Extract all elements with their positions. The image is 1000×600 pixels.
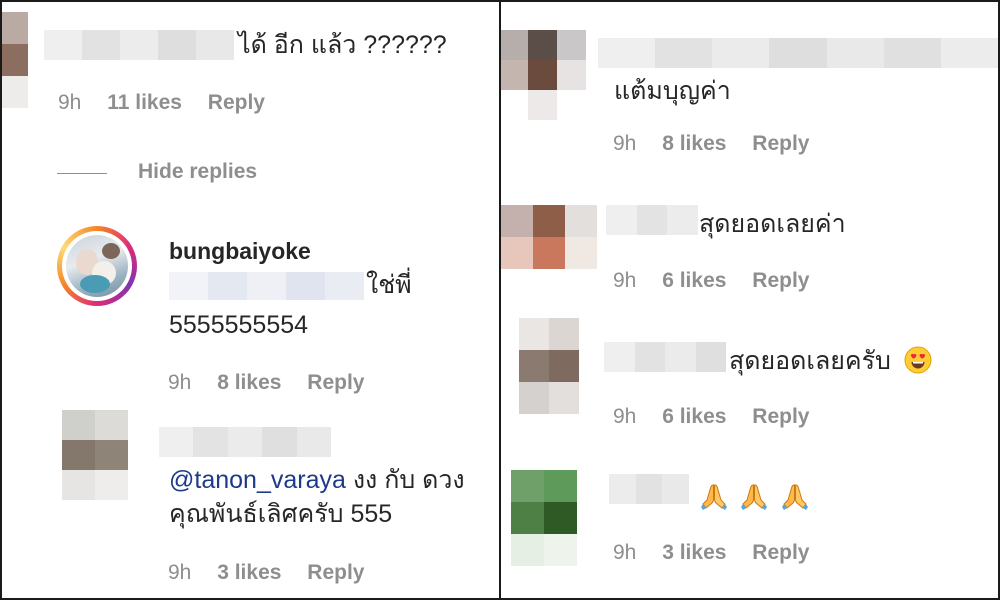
mention-redacted xyxy=(169,272,364,300)
comment-time: 9h xyxy=(168,561,192,584)
likes-count[interactable]: 11 likes xyxy=(107,91,182,114)
reply-button[interactable]: Reply xyxy=(752,541,809,564)
likes-count[interactable]: 6 likes xyxy=(662,269,726,292)
avatar[interactable] xyxy=(62,410,128,500)
comment-text: @tanon_varaya งง กับ ดวง xyxy=(169,465,465,495)
comment-username[interactable]: bungbaiyoke xyxy=(169,238,311,265)
folded-hands-emoji-icon xyxy=(701,484,727,510)
comment-meta: 9h 11 likes Reply xyxy=(58,91,265,115)
comment-text-rest: งง กับ ดวง xyxy=(345,466,465,494)
comment-meta: 9h 6 likes Reply xyxy=(613,269,809,293)
reply-button[interactable]: Reply xyxy=(307,371,364,394)
emoji-row xyxy=(699,482,810,512)
likes-count[interactable]: 3 likes xyxy=(662,541,726,564)
comment-text-line2: คุณพันธ์เลิศครับ 555 xyxy=(169,500,393,528)
hide-replies-button[interactable]: Hide replies xyxy=(138,160,257,184)
comment-meta: 9h 8 likes Reply xyxy=(168,371,364,395)
avatar[interactable] xyxy=(501,205,597,269)
reply-button[interactable]: Reply xyxy=(752,405,809,428)
comment-text: สุดยอดเลยค่า xyxy=(699,210,846,238)
avatar[interactable] xyxy=(2,12,28,108)
right-comments-panel: แต้มบุญค่า 9h 8 likes Reply สุดยอดเลยค่า… xyxy=(501,2,998,598)
comment-time: 9h xyxy=(613,269,637,292)
comment-text: ใช่พี่ xyxy=(366,271,412,299)
avatar[interactable] xyxy=(57,226,137,306)
heart-eyes-emoji-icon xyxy=(904,346,932,374)
comment-text: สุดยอดเลยครับ xyxy=(729,346,932,376)
comment-time: 9h xyxy=(613,405,637,428)
comment-time: 9h xyxy=(58,91,82,114)
folded-hands-emoji-icon xyxy=(781,484,808,510)
likes-count[interactable]: 6 likes xyxy=(662,405,726,428)
comment-meta: 9h 3 likes Reply xyxy=(168,561,364,585)
comment-time: 9h xyxy=(613,541,637,564)
avatar[interactable] xyxy=(501,30,586,120)
comment-text-line2: 5555555554 xyxy=(169,311,309,339)
comment-text-body: สุดยอดเลยครับ xyxy=(729,347,891,375)
reply-button[interactable]: Reply xyxy=(208,91,265,114)
username-redacted xyxy=(159,427,332,457)
reply-button[interactable]: Reply xyxy=(752,269,809,292)
reply-button[interactable]: Reply xyxy=(307,561,364,584)
comment-time: 9h xyxy=(168,371,192,394)
username-redacted xyxy=(609,474,690,504)
username-redacted xyxy=(598,38,998,68)
comment-text: แต้มบุญค่า xyxy=(614,77,731,105)
comment-text: ได้ อีก แล้ว ?????? xyxy=(238,31,447,59)
comment-meta: 9h 3 likes Reply xyxy=(613,541,809,565)
likes-count[interactable]: 8 likes xyxy=(662,132,726,155)
likes-count[interactable]: 3 likes xyxy=(217,561,281,584)
comment-time: 9h xyxy=(613,132,637,155)
username-redacted xyxy=(606,205,699,235)
reply-button[interactable]: Reply xyxy=(752,132,809,155)
hide-replies-line xyxy=(57,173,107,174)
comment-meta: 9h 8 likes Reply xyxy=(613,132,809,156)
username-redacted xyxy=(44,30,234,60)
comment-meta: 9h 6 likes Reply xyxy=(613,405,809,429)
folded-hands-emoji-icon xyxy=(741,484,768,510)
likes-count[interactable]: 8 likes xyxy=(217,371,281,394)
mention-link[interactable]: @tanon_varaya xyxy=(169,466,346,494)
left-comments-panel: ได้ อีก แล้ว ?????? 9h 11 likes Reply Hi… xyxy=(2,2,499,598)
username-redacted xyxy=(604,342,726,372)
avatar[interactable] xyxy=(511,470,577,566)
avatar[interactable] xyxy=(519,318,579,414)
